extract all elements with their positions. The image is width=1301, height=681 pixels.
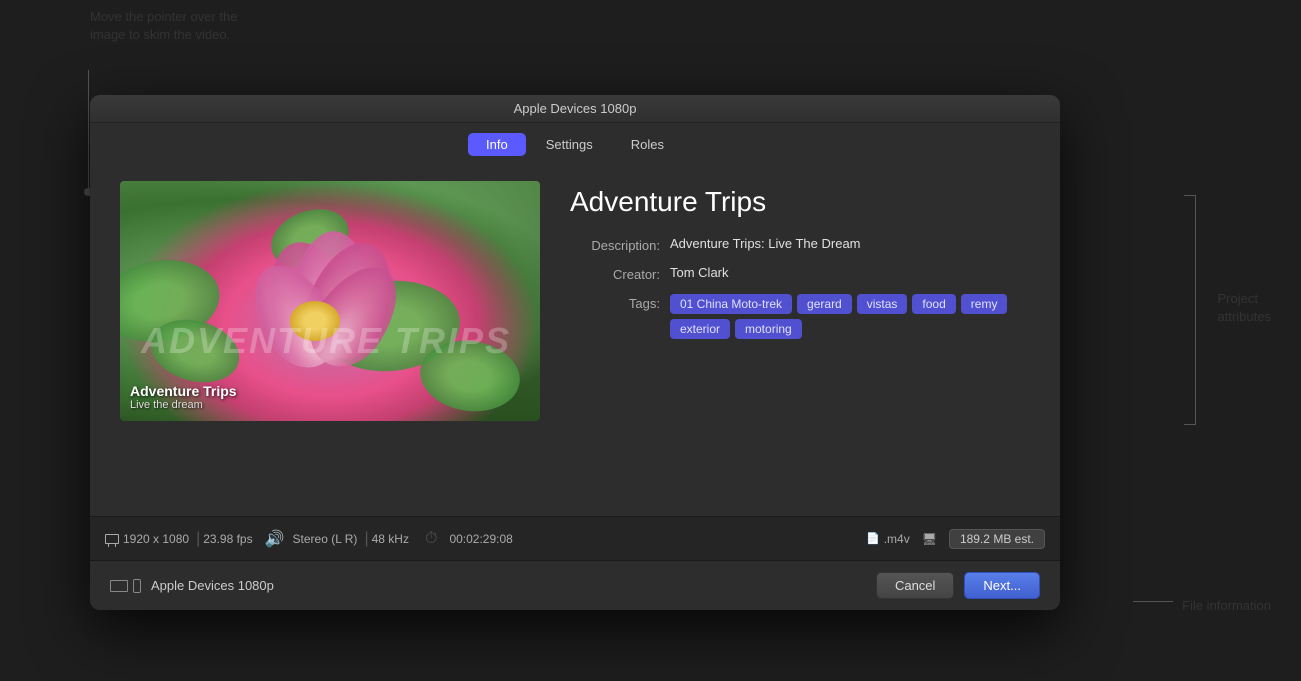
tags-container: 01 China Moto-trek gerard vistas food re… — [670, 294, 1030, 339]
tag-5[interactable]: exterior — [670, 319, 730, 339]
annotation-fileinfo-label: File information — [1182, 598, 1271, 613]
file-icon: 📄 — [866, 532, 880, 545]
device-phone-icon — [133, 579, 141, 593]
tab-settings[interactable]: Settings — [528, 133, 611, 156]
video-watermark: ADVENTURE TRIPS — [141, 321, 519, 361]
pointer-hint-annotation: Move the pointer over the image to skim … — [90, 8, 237, 44]
resolution-item: 1920 x 1080 — [105, 532, 189, 546]
annotation-line-fileinfo — [1133, 601, 1173, 602]
sample-rate-item: 48 kHz — [372, 532, 409, 546]
tab-roles[interactable]: Roles — [613, 133, 682, 156]
export-dialog: Apple Devices 1080p Info Settings Roles — [90, 95, 1060, 610]
creator-value: Tom Clark — [670, 265, 1030, 280]
video-thumbnail[interactable]: ADVENTURE TRIPS Adventure Trips Live the… — [120, 181, 540, 421]
video-title-main: Adventure Trips — [130, 383, 237, 399]
creator-label: Creator: — [570, 265, 660, 282]
status-bar: 1920 x 1080 | 23.98 fps 🔊 Stereo (L R) |… — [90, 516, 1060, 560]
tag-1[interactable]: gerard — [797, 294, 852, 314]
cancel-button[interactable]: Cancel — [876, 572, 954, 599]
tag-0[interactable]: 01 China Moto-trek — [670, 294, 792, 314]
display-icon: 🖥 — [922, 532, 937, 546]
footer-buttons: Cancel Next... — [876, 572, 1040, 599]
tags-row: Tags: 01 China Moto-trek gerard vistas f… — [570, 294, 1030, 339]
dialog-titlebar: Apple Devices 1080p — [90, 95, 1060, 123]
file-size-badge: 189.2 MB est. — [949, 529, 1045, 549]
tag-2[interactable]: vistas — [857, 294, 908, 314]
tags-label: Tags: — [570, 294, 660, 311]
annotation-bracket-attributes — [1184, 195, 1196, 425]
creator-row: Creator: Tom Clark — [570, 265, 1030, 282]
tag-4[interactable]: remy — [961, 294, 1008, 314]
description-row: Description: Adventure Trips: Live The D… — [570, 236, 1030, 253]
description-value: Adventure Trips: Live The Dream — [670, 236, 1030, 251]
audio-item: Stereo (L R) — [293, 532, 358, 546]
footer-preset-label: Apple Devices 1080p — [151, 578, 876, 593]
monitor-icon — [105, 534, 119, 544]
footer-bar: Apple Devices 1080p Cancel Next... — [90, 560, 1060, 610]
device-monitor-icon — [110, 580, 128, 592]
duration-item: 00:02:29:08 — [449, 532, 512, 546]
annotation-attributes-label: Project attributes — [1218, 290, 1271, 326]
annotation-line-pointer — [88, 70, 89, 190]
video-title-sub: Live the dream — [130, 399, 237, 411]
file-format-item: 📄 .m4v — [866, 532, 910, 546]
tag-6[interactable]: motoring — [735, 319, 802, 339]
info-panel: Adventure Trips Description: Adventure T… — [570, 181, 1030, 496]
dialog-content: ADVENTURE TRIPS Adventure Trips Live the… — [90, 166, 1060, 516]
dialog-title: Apple Devices 1080p — [514, 101, 637, 116]
project-title: Adventure Trips — [570, 186, 1030, 218]
video-title-overlay: Adventure Trips Live the dream — [130, 383, 237, 411]
footer-device-icons — [110, 579, 141, 593]
tag-3[interactable]: food — [912, 294, 955, 314]
description-label: Description: — [570, 236, 660, 253]
fps-item: 23.98 fps — [203, 532, 252, 546]
tab-bar: Info Settings Roles — [90, 123, 1060, 166]
screen-icon-item: 🖥 — [922, 532, 937, 546]
next-button[interactable]: Next... — [964, 572, 1040, 599]
tab-info[interactable]: Info — [468, 133, 526, 156]
status-right-section: 📄 .m4v 🖥 189.2 MB est. — [866, 529, 1045, 549]
